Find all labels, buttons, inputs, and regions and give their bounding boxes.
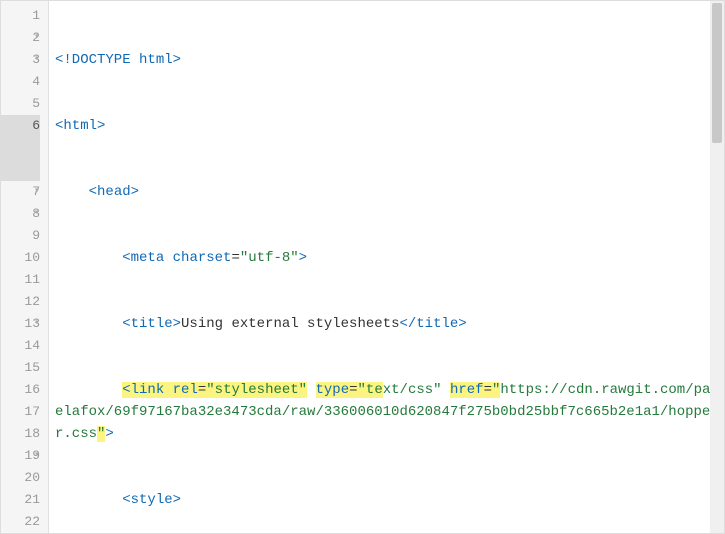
- line-number: 4: [1, 71, 40, 93]
- code-line[interactable]: <title>Using external stylesheets</title…: [55, 313, 724, 335]
- line-number-gutter: 1 2▾ 3▾ 4 5 6 7▾ 8▾ 9 10 11 12 13▾ 14 15…: [1, 1, 49, 533]
- line-number: 22: [1, 511, 40, 533]
- line-number: 17: [1, 401, 40, 423]
- fold-icon[interactable]: ▾: [32, 181, 42, 203]
- line-number: 18: [1, 423, 40, 445]
- line-number: 7▾: [1, 181, 40, 203]
- fold-icon[interactable]: ▾: [32, 445, 42, 467]
- line-number: 8▾: [1, 203, 40, 225]
- line-number: 15: [1, 357, 40, 379]
- line-number-active: 6: [1, 115, 40, 181]
- line-number: 12: [1, 291, 40, 313]
- code-line[interactable]: <head>: [55, 181, 724, 203]
- line-number: 13▾: [1, 313, 40, 335]
- line-number: 2▾: [1, 27, 40, 49]
- code-line[interactable]: <style>: [55, 489, 724, 511]
- fold-icon[interactable]: ▾: [32, 27, 42, 49]
- code-line-highlighted[interactable]: <link rel="stylesheet" type="text/css" h…: [55, 379, 724, 445]
- code-line[interactable]: <!DOCTYPE html>: [55, 49, 724, 71]
- code-line[interactable]: <html>: [55, 115, 724, 137]
- line-number: 21: [1, 489, 40, 511]
- line-number: 19▾: [1, 445, 40, 467]
- code-area[interactable]: <!DOCTYPE html> <html> <head> <meta char…: [49, 1, 724, 533]
- code-line[interactable]: <meta charset="utf-8">: [55, 247, 724, 269]
- code-editor[interactable]: 1 2▾ 3▾ 4 5 6 7▾ 8▾ 9 10 11 12 13▾ 14 15…: [1, 1, 724, 533]
- line-number: 14: [1, 335, 40, 357]
- vertical-scrollbar[interactable]: [710, 1, 724, 533]
- fold-icon[interactable]: ▾: [32, 203, 42, 225]
- line-number: 5: [1, 93, 40, 115]
- scrollbar-thumb[interactable]: [712, 3, 722, 143]
- line-number: 9: [1, 225, 40, 247]
- line-number: 11: [1, 269, 40, 291]
- line-number: 16: [1, 379, 40, 401]
- fold-icon[interactable]: ▾: [32, 313, 42, 335]
- line-number: 20: [1, 467, 40, 489]
- fold-icon[interactable]: ▾: [32, 49, 42, 71]
- line-number: 1: [1, 5, 40, 27]
- line-number: 10: [1, 247, 40, 269]
- line-number: 3▾: [1, 49, 40, 71]
